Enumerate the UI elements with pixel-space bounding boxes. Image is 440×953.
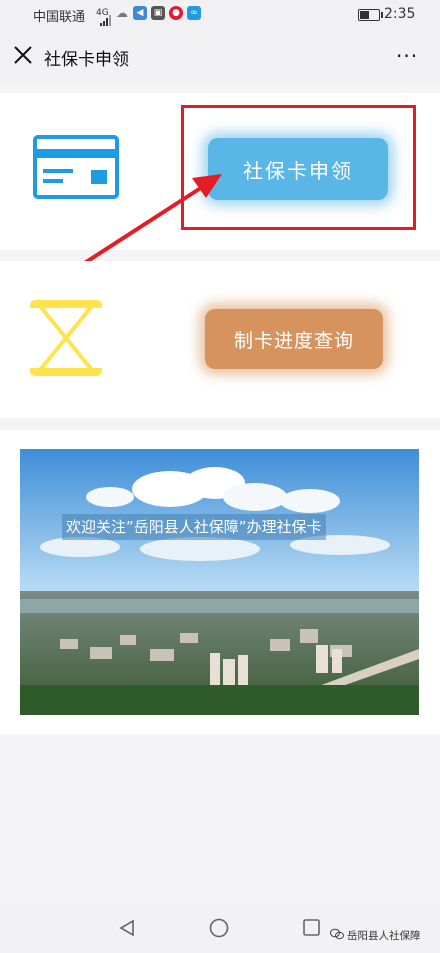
wechat-icon xyxy=(330,928,344,943)
system-nav-bar xyxy=(0,901,440,953)
blank-area xyxy=(0,734,440,901)
paper-plane-icon: ◀ xyxy=(133,6,147,20)
banner-image[interactable] xyxy=(20,449,419,715)
more-menu-icon[interactable]: ··· xyxy=(396,44,418,68)
recent-apps-icon[interactable] xyxy=(303,919,320,940)
signal-icon xyxy=(100,11,114,30)
weibo-icon: ● xyxy=(169,6,183,20)
page-title: 社保卡申领 xyxy=(44,50,129,70)
home-icon[interactable] xyxy=(209,918,229,942)
back-icon[interactable] xyxy=(118,919,136,941)
close-icon[interactable] xyxy=(12,44,34,66)
title-bar: 社保卡申领 ··· xyxy=(0,30,440,85)
arrow-annotation xyxy=(70,170,230,274)
banner-caption: 欢迎关注”岳阳县人社保障”办理社保卡 xyxy=(62,514,326,540)
infinity-icon: ∞ xyxy=(187,6,201,20)
card-progress-query-button[interactable]: 制卡进度查询 xyxy=(205,309,383,369)
status-bar: 中国联通 4G ☁ ◀ ▣ ● ∞ 2:35 xyxy=(0,0,440,30)
hourglass-icon xyxy=(28,298,104,382)
battery-icon xyxy=(358,9,383,21)
carrier-label: 中国联通 xyxy=(33,10,86,25)
cloud-icon: ☁ xyxy=(116,6,128,20)
watermark: 岳阳县人社保障 xyxy=(330,928,421,943)
clock: 2:35 xyxy=(384,6,416,22)
watermark-text: 岳阳县人社保障 xyxy=(347,930,421,942)
app-icon: ▣ xyxy=(151,6,165,20)
